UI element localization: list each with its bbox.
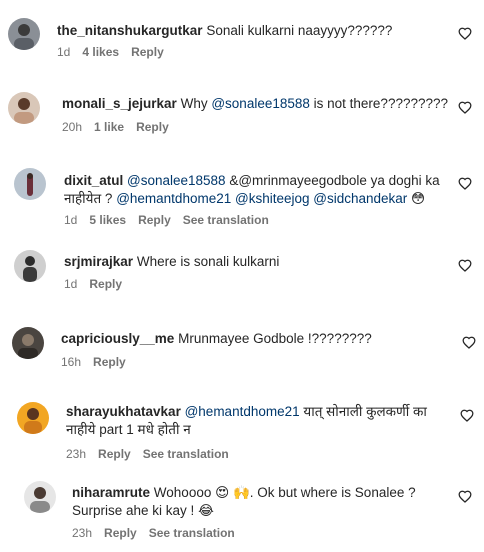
- avatar[interactable]: [14, 168, 46, 200]
- comment-time: 16h: [61, 355, 82, 369]
- heart-outline-icon[interactable]: [460, 409, 474, 422]
- tears-of-joy-face-icon: 😂: [198, 503, 214, 518]
- avatar[interactable]: [8, 92, 40, 124]
- comment-time: 20h: [62, 120, 83, 134]
- comment-meta: 20h 1 like Reply: [62, 120, 181, 134]
- heart-outline-icon[interactable]: [458, 27, 472, 40]
- heart-outline-icon[interactable]: [458, 259, 472, 272]
- reply-button[interactable]: Reply: [136, 120, 169, 134]
- heart-outline-icon[interactable]: [458, 101, 472, 114]
- mention-link[interactable]: @sidchandekar: [313, 191, 407, 206]
- comment-time: 1d: [57, 45, 71, 59]
- likes-count[interactable]: 5 likes: [89, 213, 126, 227]
- comment-username[interactable]: monali_s_jejurkar: [62, 96, 177, 111]
- reply-button[interactable]: Reply: [89, 277, 122, 291]
- comment-meta: 23h Reply See translation: [72, 526, 247, 540]
- comment-meta: 16h Reply: [61, 355, 138, 369]
- comment-text: sharayukhatavkar @hemantdhome21 यात् सोन…: [66, 404, 427, 419]
- comment-meta: 23h Reply See translation: [66, 447, 241, 461]
- comment-username[interactable]: the_nitanshukargutkar: [57, 23, 203, 38]
- avatar[interactable]: [12, 327, 44, 359]
- comment-time: 23h: [72, 526, 93, 540]
- comment-text-line2: नाहीयेत ? @hemantdhome21 @kshiteejog @si…: [64, 191, 426, 206]
- comment-meta: 1d 5 likes Reply See translation: [64, 213, 281, 227]
- comment-text-line2: नाहीये part 1 मधे होती न: [66, 422, 191, 437]
- mention-link[interactable]: @sonalee18588: [127, 173, 226, 188]
- see-translation-button[interactable]: See translation: [149, 526, 235, 540]
- mention-link[interactable]: @hemantdhome21: [116, 191, 231, 206]
- raised-hands-icon: 🙌: [232, 485, 250, 500]
- comment-time: 1d: [64, 277, 78, 291]
- mention-link[interactable]: @hemantdhome21: [185, 404, 300, 419]
- reply-button[interactable]: Reply: [104, 526, 137, 540]
- comment-meta: 1d Reply: [64, 277, 134, 291]
- comment-text: niharamrute Wohoooo 😍 🙌. Ok but where is…: [72, 485, 416, 500]
- comment-username[interactable]: srjmirajkar: [64, 254, 133, 269]
- comment-username[interactable]: capriciously__me: [61, 331, 174, 346]
- heart-outline-icon[interactable]: [458, 177, 472, 190]
- reply-button[interactable]: Reply: [131, 45, 164, 59]
- comment-time: 23h: [66, 447, 87, 461]
- heart-eyes-face-icon: 😍: [215, 485, 230, 500]
- reply-button[interactable]: Reply: [93, 355, 126, 369]
- comment-text: the_nitanshukargutkar Sonali kulkarni na…: [57, 23, 393, 38]
- comment-text: srjmirajkar Where is sonali kulkarni: [64, 254, 280, 269]
- comment-username[interactable]: sharayukhatavkar: [66, 404, 181, 419]
- mention-link[interactable]: @sonalee18588: [211, 96, 310, 111]
- comment-text: capriciously__me Mrunmayee Godbole !????…: [61, 331, 372, 346]
- heart-outline-icon[interactable]: [462, 336, 476, 349]
- flushed-face-icon: 😳: [411, 191, 426, 206]
- comment-text-line2: Surprise ahe ki kay ! 😂: [72, 503, 214, 518]
- see-translation-button[interactable]: See translation: [183, 213, 269, 227]
- comment-username[interactable]: niharamrute: [72, 485, 150, 500]
- comment-username[interactable]: dixit_atul: [64, 173, 123, 188]
- avatar[interactable]: [14, 250, 46, 282]
- likes-count[interactable]: 4 likes: [82, 45, 119, 59]
- heart-outline-icon[interactable]: [458, 490, 472, 503]
- comment-text: dixit_atul @sonalee18588 &@mrinmayeegodb…: [64, 173, 440, 188]
- reply-button[interactable]: Reply: [98, 447, 131, 461]
- see-translation-button[interactable]: See translation: [143, 447, 229, 461]
- avatar[interactable]: [17, 402, 49, 434]
- mention-link[interactable]: @kshiteejog: [235, 191, 310, 206]
- comment-time: 1d: [64, 213, 78, 227]
- comment-meta: 1d 4 likes Reply: [57, 45, 176, 59]
- avatar[interactable]: [24, 481, 56, 513]
- avatar[interactable]: [8, 18, 40, 50]
- reply-button[interactable]: Reply: [138, 213, 171, 227]
- comment-text: monali_s_jejurkar Why @sonalee18588 is n…: [62, 96, 449, 111]
- likes-count[interactable]: 1 like: [94, 120, 124, 134]
